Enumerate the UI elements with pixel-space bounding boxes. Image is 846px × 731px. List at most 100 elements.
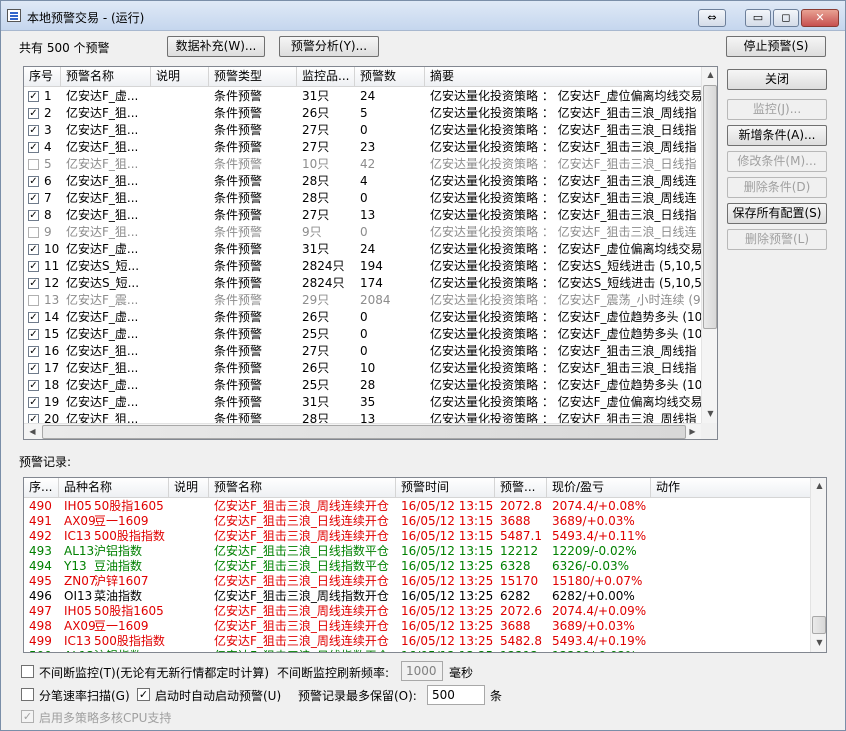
cell-no: 1 [44,89,52,103]
cell-type: 条件预警 [214,225,263,239]
stop-alert-button[interactable]: 停止预警(S) [726,36,826,57]
table-row[interactable]: ✓ 10 亿安达F_虚... 条件预警 31只 24 亿安达量化投资策略 ： 亿安达F_虚位… [24,241,702,258]
log-row[interactable]: 498 AX09 豆一1609 亿安达F_狙击三浪_日线连续开仓 16/05/12 13… [24,619,810,634]
alert-table-hscroll[interactable]: ◀ ▶ [24,423,701,439]
log-row[interactable]: 492 IC13 500股指指数 亿安达F_狙击三浪_周线连续开仓 16/05/12 1… [24,529,810,544]
table-row[interactable]: 9 亿安达F_狙... 条件预警 9只 0 亿安达量化投资策略 ： 亿安达F_狙击三浪_日… [24,224,701,241]
log-row[interactable]: 495 ZN07 沪锌1607 亿安达F_狙击三浪_日线连续开仓 16/05/12 13… [24,574,810,589]
save-all-config-button[interactable]: 保存所有配置(S) [727,203,827,224]
cell-type: 条件预警 [214,310,263,324]
multicore-label: 启用多策略多核CPU支持 [39,711,172,725]
log-cell-time: 16/05/12 13:25 [401,589,494,603]
delete-condition-button[interactable]: 删除条件(D) [727,177,827,198]
log-table-vscroll[interactable]: ▲ ▼ [810,478,826,652]
col-header-name[interactable]: 预警名称 [61,67,151,87]
log-cell-alert: 亿安达F_狙击三浪_日线指数平仓 [209,649,396,652]
cell-summary: 亿安达量化投资策略 ： 亿安达F_狙击三浪_周线指 [430,344,697,358]
edit-condition-button[interactable]: 修改条件(M)... [727,151,827,172]
continuous-monitor-checkbox[interactable] [21,665,34,678]
delete-alert-button[interactable]: 删除预警(L) [727,229,827,250]
log-cell-no: 491 [29,514,52,528]
refresh-rate-input[interactable]: 1000 [401,661,443,681]
log-row[interactable]: 491 AX09 豆一1609 亿安达F_狙击三浪_日线连续开仓 16/05/12 13… [24,514,810,529]
alert-table-vscroll[interactable]: ▲ ▼ [701,67,717,423]
title-bar[interactable]: 本地预警交易 - (运行) ⇔ ▭ ◻ ✕ [1,1,845,31]
log-col-pnl[interactable]: 现价/盈亏 [547,478,651,498]
max-records-input[interactable]: 500 [427,685,485,705]
log-row[interactable]: 490 IH05 50股指1605 亿安达F_狙击三浪_周线连续开仓 16/05/12 … [24,499,810,514]
log-col-alert-name[interactable]: 预警名称 [209,478,396,498]
table-row[interactable]: ✓ 3 亿安达F_狙... 条件预警 27只 0 亿安达量化投资策略 ： 亿安达F_狙击三浪… [24,122,701,139]
table-row[interactable]: ✓ 12 亿安达S_短... 条件预警 2824只 174 亿安达量化投资策略 ： 亿安达S… [24,275,702,292]
col-header-count[interactable]: 预警数 [355,67,425,87]
log-col-action[interactable]: 动作 [651,478,811,498]
scroll-up-icon[interactable]: ▲ [702,70,717,79]
cell-desc [151,224,209,241]
log-row[interactable]: 497 IH05 50股指1605 亿安达F_狙击三浪_周线连续开仓 16/05/12 … [24,604,810,619]
log-row[interactable]: 496 OI13 菜油指数 亿安达F_狙击三浪_周线指数开仓 16/05/12 13:2… [24,589,810,604]
table-row[interactable]: ✓ 16 亿安达F_狙... 条件预警 27只 0 亿安达量化投资策略 ： 亿安达F_狙击三… [24,343,701,360]
table-row[interactable]: ✓ 6 亿安达F_狙... 条件预警 28只 4 亿安达量化投资策略 ： 亿安达F_狙击三浪… [24,173,701,190]
scroll-left-icon[interactable]: ◀ [24,427,41,436]
table-row[interactable]: ✓ 1 亿安达F_虚... 条件预警 31只 24 亿安达量化投资策略 ： 亿安达F_虚位偏… [24,88,702,105]
table-row[interactable]: ✓ 14 亿安达F_虚... 条件预警 26只 0 亿安达量化投资策略 ： 亿安达F_虚位趋… [24,309,702,326]
cell-name: 亿安达S_短... [66,276,140,290]
monitor-button[interactable]: 监控(J)... [727,99,827,120]
close-icon[interactable]: ✕ [801,9,839,27]
log-col-no[interactable]: 序... [24,478,59,498]
hscroll-thumb[interactable] [42,425,686,439]
log-row[interactable]: 499 IC13 500股指指数 亿安达F_狙击三浪_周线连续开仓 16/05/12 1… [24,634,810,649]
log-cell-desc [169,559,209,574]
log-cell-name: 菜油指数 [94,589,143,603]
log-row[interactable]: 500AL13沪铝指数亿安达F_狙击三浪_日线指数平仓16/05/12 13:2… [24,649,810,652]
table-row[interactable]: ✓ 11 亿安达S_短... 条件预警 2824只 194 亿安达量化投资策略 ： 亿安达S… [24,258,702,275]
add-condition-button[interactable]: 新增条件(A)... [727,125,827,146]
log-cell-name: 沪铝指数 [94,544,143,558]
table-row[interactable]: ✓ 8 亿安达F_狙... 条件预警 27只 13 亿安达量化投资策略 ： 亿安达F_狙击三… [24,207,701,224]
scroll-right-icon[interactable]: ▶ [684,427,701,436]
table-row[interactable]: 5 亿安达F_狙... 条件预警 10只 42 亿安达量化投资策略 ： 亿安达F_狙击三浪… [24,156,701,173]
table-row[interactable]: ✓ 19 亿安达F_虚... 条件预警 31只 35 亿安达量化投资策略 ： 亿安达F_虚位… [24,394,702,411]
log-scroll-up-icon[interactable]: ▲ [811,481,826,490]
cell-mon: 31只 [302,242,330,256]
scroll-thumb[interactable] [703,85,717,329]
col-header-desc[interactable]: 说明 [151,67,209,87]
cell-desc [151,377,209,394]
log-row[interactable]: 493 AL13 沪铝指数 亿安达F_狙击三浪_日线指数平仓 16/05/12 13:1… [24,544,810,559]
minimize-icon[interactable]: ▭ [745,9,771,27]
table-row[interactable]: ✓ 18 亿安达F_虚... 条件预警 25只 28 亿安达量化投资策略 ： 亿安达F_虚位… [24,377,702,394]
log-col-product[interactable]: 品种名称 [59,478,169,498]
cell-summary: 亿安达量化投资策略 ： 亿安达F_狙击三浪_日线指 [430,123,697,137]
alert-table[interactable]: 序号 预警名称 说明 预警类型 监控品... 预警数 摘要 ✓ 1 亿安达F_虚..… [23,66,718,440]
cell-mon: 27只 [302,344,330,358]
data-fill-button[interactable]: 数据补充(W)... [167,36,265,57]
log-row[interactable]: 494 Y13 豆油指数 亿安达F_狙击三浪_日线指数平仓 16/05/12 13:25… [24,559,810,574]
cell-count: 23 [360,140,376,154]
tick-scan-checkbox[interactable] [21,688,34,701]
table-row[interactable]: ✓ 4 亿安达F_狙... 条件预警 27只 23 亿安达量化投资策略 ： 亿安达F_狙击三… [24,139,701,156]
scroll-down-icon[interactable]: ▼ [702,409,717,418]
multicore-checkbox[interactable]: ✓ [21,710,34,723]
alert-log-table[interactable]: 序... 品种名称 说明 预警名称 预警时间 预警... 现价/盈亏 动作 49… [23,477,827,653]
log-col-time[interactable]: 预警时间 [396,478,495,498]
col-header-no[interactable]: 序号 [24,67,61,87]
table-row[interactable]: 13 亿安达F_震... 条件预警 29只 2084 亿安达量化投资策略 ： 亿安达F_震… [24,292,701,309]
restore-icon[interactable]: ⇔ [698,9,726,27]
log-scroll-down-icon[interactable]: ▼ [811,638,826,647]
log-col-desc[interactable]: 说明 [169,478,209,498]
table-row[interactable]: ✓ 15 亿安达F_虚... 条件预警 25只 0 亿安达量化投资策略 ： 亿安达F_虚位趋… [24,326,702,343]
cell-name: 亿安达F_震... [66,293,139,307]
col-header-summary[interactable]: 摘要 [425,67,702,87]
table-row[interactable]: ✓ 2 亿安达F_狙... 条件预警 26只 5 亿安达量化投资策略 ： 亿安达F_狙击三浪… [24,105,701,122]
log-scroll-thumb[interactable] [812,616,826,634]
table-row[interactable]: ✓ 17 亿安达F_狙... 条件预警 26只 10 亿安达量化投资策略 ： 亿安达F_狙击… [24,360,701,377]
maximize-icon[interactable]: ◻ [773,9,799,27]
alert-analysis-button[interactable]: 预警分析(Y)... [279,36,379,57]
col-header-monitor[interactable]: 监控品... [297,67,355,87]
cell-mon: 25只 [302,327,330,341]
col-header-type[interactable]: 预警类型 [209,67,297,87]
close-button[interactable]: 关闭 [727,69,827,90]
table-row[interactable]: ✓ 7 亿安达F_狙... 条件预警 28只 0 亿安达量化投资策略 ： 亿安达F_狙击三浪… [24,190,701,207]
log-col-price[interactable]: 预警... [495,478,547,498]
auto-start-checkbox[interactable]: ✓ [137,688,150,701]
